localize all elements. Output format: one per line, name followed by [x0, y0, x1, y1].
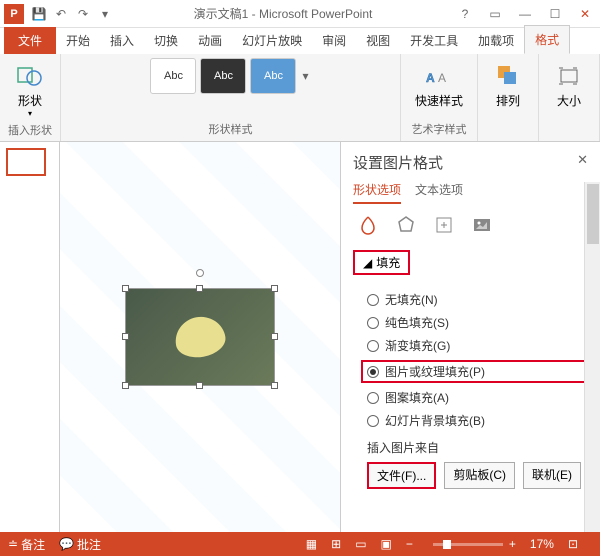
- arrange-label: 排列: [496, 92, 520, 109]
- shapes-label: 形状: [18, 92, 42, 109]
- normal-view-icon[interactable]: ▦: [306, 537, 317, 551]
- resize-handle[interactable]: [271, 333, 278, 340]
- tab-start[interactable]: 开始: [56, 27, 100, 54]
- tab-developer[interactable]: 开发工具: [400, 27, 468, 54]
- close-button[interactable]: ✕: [570, 2, 600, 26]
- format-picture-pane: ✕ 设置图片格式 形状选项 文本选项 ◢填充 无填充(N) 纯色填充(S) 渐变…: [340, 142, 600, 532]
- window-title: 演示文稿1 - Microsoft PowerPoint: [116, 5, 450, 22]
- tab-slideshow[interactable]: 幻灯片放映: [232, 27, 312, 54]
- scrollbar-thumb[interactable]: [587, 184, 599, 244]
- tab-view[interactable]: 视图: [356, 27, 400, 54]
- fill-section-header[interactable]: ◢填充: [353, 250, 410, 275]
- chevron-down-icon: ▾: [28, 109, 32, 118]
- svg-text:A: A: [426, 71, 435, 85]
- zoom-slider[interactable]: [433, 543, 503, 546]
- pane-close-button[interactable]: ✕: [577, 152, 588, 168]
- undo-button[interactable]: ↶: [51, 4, 71, 24]
- zoom-out-button[interactable]: −: [406, 537, 413, 551]
- zoom-in-button[interactable]: +: [509, 537, 516, 551]
- tab-transition[interactable]: 切换: [144, 27, 188, 54]
- file-button[interactable]: 文件(F)...: [367, 462, 436, 489]
- selected-picture[interactable]: [125, 288, 275, 386]
- subtab-text-options[interactable]: 文本选项: [415, 181, 463, 204]
- clipboard-button[interactable]: 剪贴板(C): [444, 462, 515, 489]
- comments-button[interactable]: 💬 批注: [59, 536, 101, 553]
- insert-from-label: 插入图片来自: [367, 439, 588, 456]
- shape-style-2[interactable]: Abc: [200, 58, 246, 94]
- rotation-handle[interactable]: [196, 269, 204, 277]
- qat-more-icon[interactable]: ▾: [95, 4, 115, 24]
- zoom-level[interactable]: 17%: [530, 537, 554, 551]
- tab-addins[interactable]: 加载项: [468, 27, 524, 54]
- redo-button[interactable]: ↷: [73, 4, 93, 24]
- group-insert-shape: 插入形状: [8, 122, 52, 138]
- radio-picture-fill[interactable]: 图片或纹理填充(P): [361, 360, 588, 383]
- slide-canvas[interactable]: [60, 142, 340, 532]
- online-button[interactable]: 联机(E): [523, 462, 581, 489]
- slide-thumbnail-1[interactable]: [6, 148, 46, 176]
- help-icon[interactable]: ?: [450, 2, 480, 26]
- file-tab[interactable]: 文件: [4, 27, 56, 54]
- minimize-button[interactable]: —: [510, 2, 540, 26]
- collapse-icon: ◢: [363, 256, 372, 270]
- resize-handle[interactable]: [196, 285, 203, 292]
- status-bar: ≐ 备注 💬 批注 ▦ ⊞ ▭ ▣ − + 17% ⊡: [0, 532, 600, 556]
- subtab-shape-options[interactable]: 形状选项: [353, 181, 401, 204]
- tab-review[interactable]: 审阅: [312, 27, 356, 54]
- pane-title: 设置图片格式: [353, 152, 588, 173]
- resize-handle[interactable]: [271, 285, 278, 292]
- reading-view-icon[interactable]: ▭: [355, 537, 366, 551]
- ribbon-options-icon[interactable]: ▭: [480, 2, 510, 26]
- slideshow-view-icon[interactable]: ▣: [381, 537, 392, 551]
- radio-pattern-fill[interactable]: 图案填充(A): [367, 389, 588, 406]
- size-button[interactable]: 大小: [547, 58, 591, 111]
- svg-text:A: A: [438, 71, 446, 85]
- sorter-view-icon[interactable]: ⊞: [331, 537, 341, 551]
- radio-no-fill[interactable]: 无填充(N): [367, 291, 588, 308]
- pane-scrollbar[interactable]: [584, 182, 600, 532]
- shape-style-1[interactable]: Abc: [150, 58, 196, 94]
- size-label: 大小: [557, 92, 581, 109]
- fit-window-icon[interactable]: ⊡: [568, 537, 578, 551]
- maximize-button[interactable]: ☐: [540, 2, 570, 26]
- arrange-button[interactable]: 排列: [486, 58, 530, 111]
- tab-animation[interactable]: 动画: [188, 27, 232, 54]
- resize-handle[interactable]: [122, 382, 129, 389]
- radio-solid-fill[interactable]: 纯色填充(S): [367, 314, 588, 331]
- radio-slide-bg-fill[interactable]: 幻灯片背景填充(B): [367, 412, 588, 429]
- resize-handle[interactable]: [122, 333, 129, 340]
- group-shape-styles: 形状样式: [208, 121, 252, 137]
- picture-icon[interactable]: [471, 214, 493, 236]
- style-gallery-more-icon[interactable]: ▾: [300, 67, 310, 85]
- slide-thumbnail-pane[interactable]: 1: [0, 142, 60, 532]
- arrange-icon: [492, 60, 524, 92]
- save-button[interactable]: 💾: [29, 4, 49, 24]
- resize-handle[interactable]: [271, 382, 278, 389]
- shapes-icon: [14, 60, 46, 92]
- shapes-button[interactable]: 形状 ▾: [8, 58, 52, 120]
- size-icon: [553, 60, 585, 92]
- fill-outline-icon[interactable]: [357, 214, 379, 236]
- group-wordart: 艺术字样式: [411, 121, 466, 137]
- powerpoint-icon: P: [4, 4, 24, 24]
- quick-styles-button[interactable]: AA 快速样式: [409, 58, 469, 111]
- notes-button[interactable]: ≐ 备注: [8, 536, 45, 553]
- radio-gradient-fill[interactable]: 渐变填充(G): [367, 337, 588, 354]
- tab-insert[interactable]: 插入: [100, 27, 144, 54]
- effects-icon[interactable]: [395, 214, 417, 236]
- size-properties-icon[interactable]: [433, 214, 455, 236]
- tab-format[interactable]: 格式: [524, 25, 570, 54]
- quick-styles-label: 快速样式: [415, 92, 463, 109]
- wordart-icon: AA: [423, 60, 455, 92]
- resize-handle[interactable]: [122, 285, 129, 292]
- shape-style-3[interactable]: Abc: [250, 58, 296, 94]
- resize-handle[interactable]: [196, 382, 203, 389]
